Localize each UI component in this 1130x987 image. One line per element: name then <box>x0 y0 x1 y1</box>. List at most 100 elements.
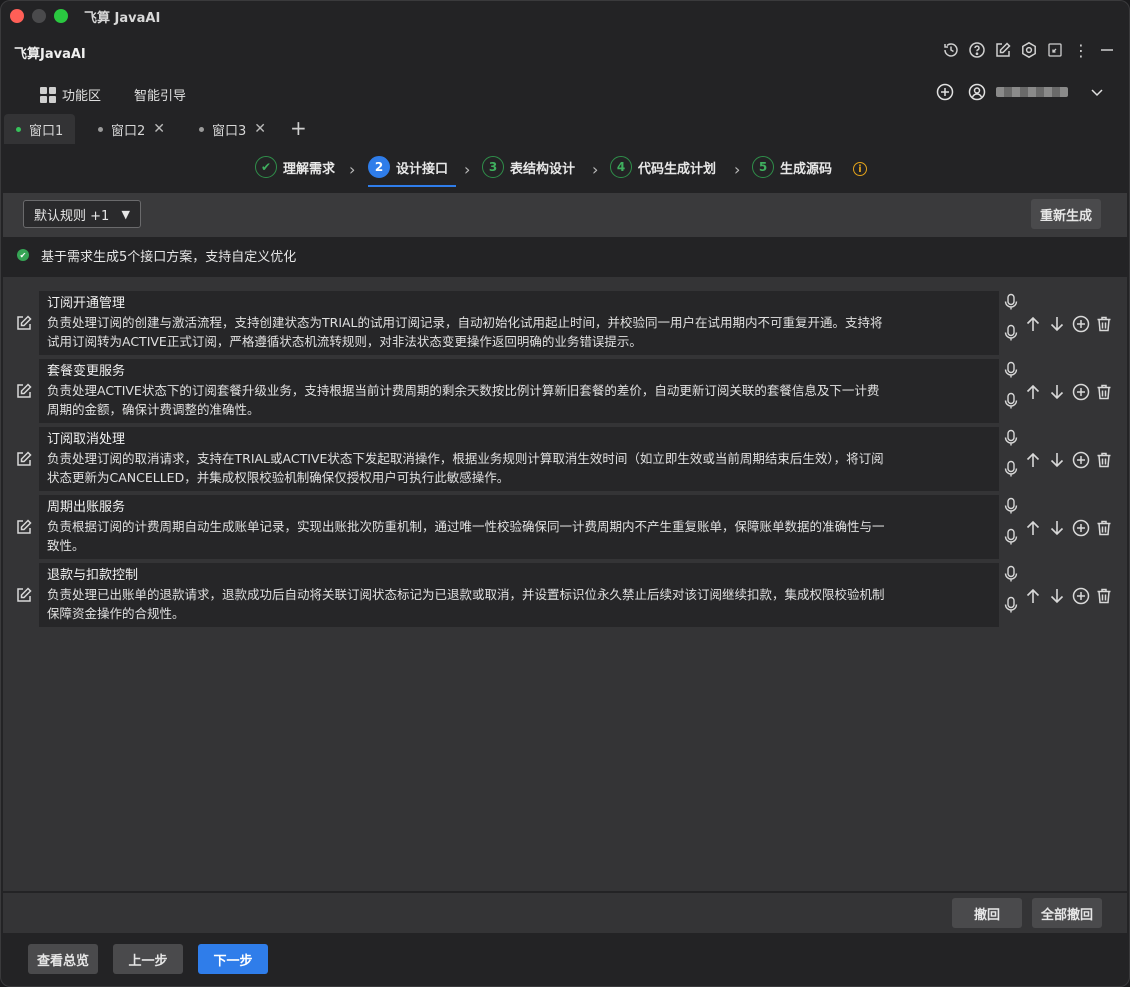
mic-icon[interactable] <box>1003 324 1019 342</box>
api-item-card[interactable]: 订阅取消处理 负责处理订阅的取消请求，支持在TRIAL或ACTIVE状态下发起取消… <box>39 427 999 491</box>
info-icon[interactable]: i <box>853 162 867 176</box>
move-down-icon[interactable] <box>1048 587 1066 605</box>
mic-icon[interactable] <box>1003 565 1019 583</box>
tab-window-3[interactable]: 窗口3 ✕ <box>187 114 278 144</box>
settings-icon[interactable] <box>1020 41 1038 59</box>
move-down-icon[interactable] <box>1048 383 1066 401</box>
tab-window-1[interactable]: 窗口1 <box>4 114 76 144</box>
api-item-card[interactable]: 退款与扣款控制 负责处理已出账单的退款请求，退款成功后自动将关联订阅状态标记为已退… <box>39 563 999 627</box>
delete-icon[interactable] <box>1095 451 1113 469</box>
edit-icon[interactable] <box>994 41 1012 59</box>
minimize-panel-icon[interactable] <box>1098 41 1116 59</box>
step-design-api[interactable]: 2 设计接口 <box>368 156 448 178</box>
regenerate-button[interactable]: 重新生成 <box>1031 199 1101 229</box>
chevron-right-icon: › <box>349 160 356 179</box>
api-item-desc-line: 负责处理订阅的取消请求，支持在TRIAL或ACTIVE状态下发起取消操作，根据业… <box>47 451 884 466</box>
move-up-icon[interactable] <box>1024 451 1042 469</box>
add-circle-icon[interactable] <box>936 83 954 101</box>
step-number: 2 <box>368 156 390 178</box>
step-generate-source[interactable]: 5 生成源码 <box>752 156 832 178</box>
delete-icon[interactable] <box>1095 519 1113 537</box>
api-item-card[interactable]: 订阅开通管理负责处理订阅的创建与激活流程，支持创建状态为TRIAL的试用订阅记录… <box>39 291 999 355</box>
move-down-icon[interactable] <box>1048 315 1066 333</box>
user-menu[interactable] <box>968 83 1106 101</box>
chevron-right-icon: › <box>464 160 471 179</box>
delete-icon[interactable] <box>1095 587 1113 605</box>
mic-icon[interactable] <box>1003 293 1019 311</box>
api-item: 订阅取消处理 负责处理订阅的取消请求，支持在TRIAL或ACTIVE状态下发起取消… <box>3 427 1127 491</box>
step-understand[interactable]: ✔ 理解需求 <box>255 156 335 178</box>
next-step-button[interactable]: 下一步 <box>198 944 268 974</box>
more-options-icon[interactable]: ⋮ <box>1072 41 1090 60</box>
tab-window-2[interactable]: 窗口2 ✕ <box>86 114 177 144</box>
window-title: 飞算 JavaAI <box>84 11 161 26</box>
rule-select[interactable]: 默认规则 +1 ▼ <box>23 200 141 228</box>
tab-label: 窗口3 <box>212 123 247 139</box>
add-item-icon[interactable] <box>1072 519 1090 537</box>
mic-icon[interactable] <box>1003 429 1019 447</box>
undo-all-button[interactable]: 全部撤回 <box>1032 898 1102 928</box>
close-window-button[interactable] <box>10 9 24 23</box>
add-item-icon[interactable] <box>1072 587 1090 605</box>
api-item-desc-line: 负责处理ACTIVE状态下的订阅套餐升级业务，支持根据当前计费周期的剩余天数按比… <box>47 383 880 398</box>
overview-button[interactable]: 查看总览 <box>28 944 98 974</box>
function-area-menu[interactable]: 功能区 <box>40 85 101 104</box>
collapse-window-icon[interactable] <box>1046 41 1064 59</box>
history-icon[interactable] <box>942 41 960 59</box>
api-item: 退款与扣款控制 负责处理已出账单的退款请求，退款成功后自动将关联订阅状态标记为已退… <box>3 563 1127 627</box>
help-icon[interactable] <box>968 41 986 59</box>
api-item-title: 周期出账服务 <box>47 500 126 515</box>
api-item-card[interactable]: 周期出账服务 负责根据订阅的计费周期自动生成账单记录，实现出账批次防重机制，通过唯… <box>39 495 999 559</box>
mic-icon[interactable] <box>1003 460 1019 478</box>
move-up-icon[interactable] <box>1024 587 1042 605</box>
api-item-desc-line: 周期的金额，确保计费调整的准确性。 <box>47 402 260 417</box>
add-item-icon[interactable] <box>1072 383 1090 401</box>
edit-icon[interactable] <box>15 314 33 332</box>
step-table-design[interactable]: 3 表结构设计 <box>482 156 575 178</box>
api-item-title: 订阅开通管理 <box>47 296 126 311</box>
chevron-right-icon: › <box>592 160 599 179</box>
step-number: 4 <box>610 156 632 178</box>
move-up-icon[interactable] <box>1024 519 1042 537</box>
active-step-underline <box>368 185 456 187</box>
mic-icon[interactable] <box>1003 497 1019 515</box>
edit-icon[interactable] <box>15 586 33 604</box>
minimize-window-button[interactable] <box>32 9 46 23</box>
mic-icon[interactable] <box>1003 596 1019 614</box>
add-item-icon[interactable] <box>1072 451 1090 469</box>
api-item-desc-line: 负责处理订阅的创建与激活流程，支持创建状态为TRIAL的试用订阅记录，自动初始化… <box>47 315 883 330</box>
edit-icon[interactable] <box>15 450 33 468</box>
chevron-right-icon: › <box>734 160 741 179</box>
close-tab-icon[interactable]: ✕ <box>153 121 165 137</box>
move-up-icon[interactable] <box>1024 383 1042 401</box>
api-item-desc-line: 试用订阅转为ACTIVE正式订阅，严格遵循状态机流转规则，对非法状态变更操作返回… <box>47 334 642 349</box>
app-name: 飞算JavaAI <box>14 47 86 62</box>
undo-button[interactable]: 撤回 <box>952 898 1022 928</box>
mic-icon[interactable] <box>1003 528 1019 546</box>
app-header: 飞算JavaAI ⋮ <box>0 32 1130 72</box>
grid-icon <box>40 86 56 103</box>
close-tab-icon[interactable]: ✕ <box>254 121 266 137</box>
api-item-title: 退款与扣款控制 <box>47 568 139 583</box>
tab-label: 窗口2 <box>111 123 146 139</box>
previous-step-button[interactable]: 上一步 <box>113 944 183 974</box>
edit-icon[interactable] <box>15 382 33 400</box>
api-item-card[interactable]: 套餐变更服务负责处理ACTIVE状态下的订阅套餐升级业务，支持根据当前计费周期的… <box>39 359 999 423</box>
edit-icon[interactable] <box>15 518 33 536</box>
tab-dot-icon <box>199 126 204 132</box>
move-down-icon[interactable] <box>1048 519 1066 537</box>
delete-icon[interactable] <box>1095 383 1113 401</box>
api-item-title: 套餐变更服务 <box>47 364 126 379</box>
add-tab-icon[interactable]: + <box>290 116 307 140</box>
mic-icon[interactable] <box>1003 361 1019 379</box>
move-down-icon[interactable] <box>1048 451 1066 469</box>
step-wizard: ✔ 理解需求 › 2 设计接口 › 3 表结构设计 › 4 代码生成计划 › 5… <box>0 152 1130 188</box>
maximize-window-button[interactable] <box>54 9 68 23</box>
delete-icon[interactable] <box>1095 315 1113 333</box>
mic-icon[interactable] <box>1003 392 1019 410</box>
add-item-icon[interactable] <box>1072 315 1090 333</box>
move-up-icon[interactable] <box>1024 315 1042 333</box>
chevron-down-icon <box>1088 83 1106 101</box>
smart-guide-menu[interactable]: 智能引导 <box>134 85 186 104</box>
step-code-plan[interactable]: 4 代码生成计划 <box>610 156 716 178</box>
